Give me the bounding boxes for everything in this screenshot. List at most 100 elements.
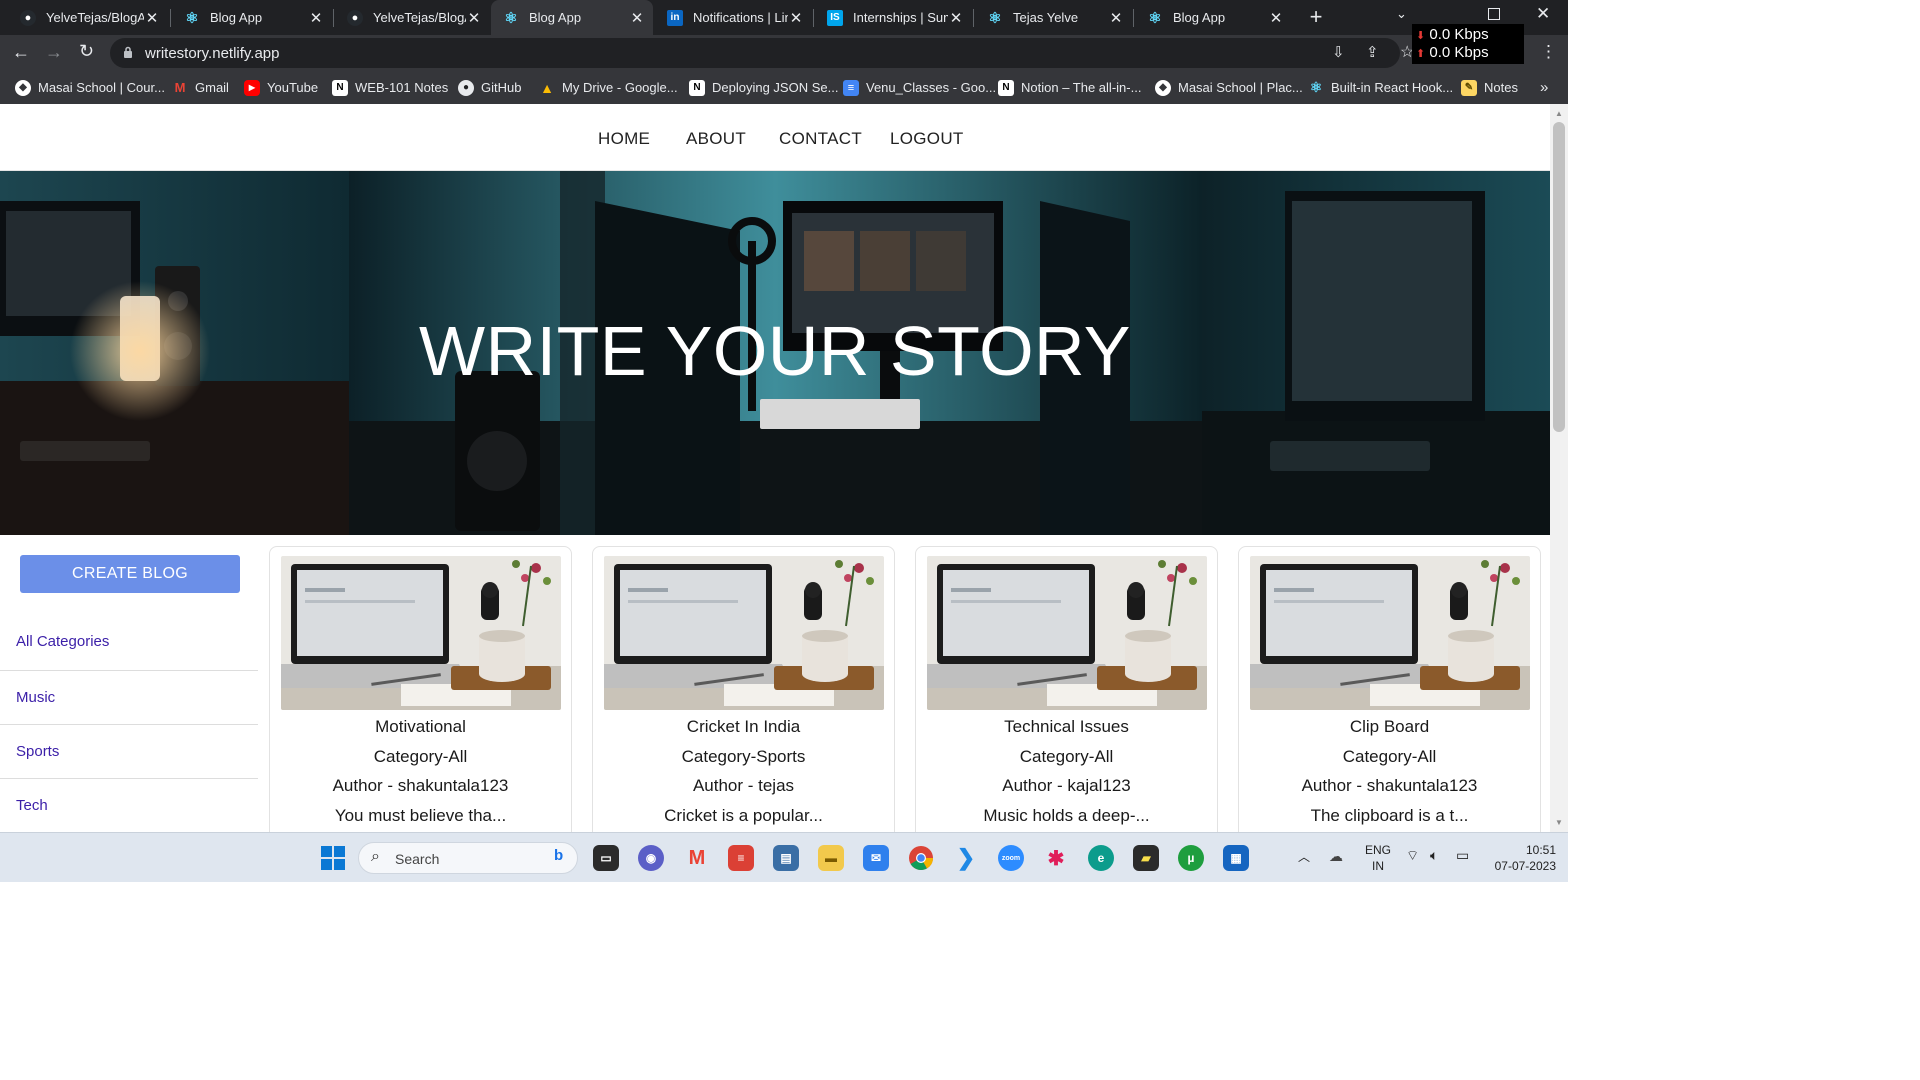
install-app-icon[interactable]: ⇩ bbox=[1332, 43, 1345, 61]
download-arrow-icon: ⬇ bbox=[1416, 30, 1426, 42]
category-all-link[interactable]: All Categories bbox=[16, 633, 109, 650]
blog-post-card[interactable]: Cricket In India Category-Sports Author … bbox=[592, 546, 895, 846]
browser-tab[interactable]: ⚛ Blog App ✕ bbox=[1135, 0, 1292, 35]
blog-post-card[interactable]: Clip Board Category-All Author - shakunt… bbox=[1238, 546, 1541, 846]
task-view-icon[interactable]: ▭ bbox=[593, 845, 619, 871]
github-icon: ● bbox=[347, 9, 363, 26]
share-icon[interactable]: ⇪ bbox=[1366, 43, 1379, 61]
windows-start-icon[interactable] bbox=[320, 845, 346, 871]
scrollbar-thumb[interactable] bbox=[1553, 122, 1565, 432]
browser-tab[interactable]: ● YelveTejas/BlogAp ✕ bbox=[335, 0, 490, 35]
store-icon[interactable]: ▦ bbox=[1223, 845, 1249, 871]
category-tech-link[interactable]: Tech bbox=[16, 797, 48, 814]
browser-tab-active[interactable]: ⚛ Blog App ✕ bbox=[491, 0, 653, 35]
zoom-icon[interactable]: zoom bbox=[998, 845, 1024, 871]
battery-icon[interactable]: ▭ bbox=[1456, 847, 1469, 864]
browser-tab[interactable]: in Notifications | Lin ✕ bbox=[655, 0, 812, 35]
close-window-icon[interactable]: ✕ bbox=[1536, 4, 1550, 24]
close-tab-icon[interactable]: ✕ bbox=[1108, 9, 1124, 27]
teams-chat-icon[interactable]: ◉ bbox=[638, 845, 664, 871]
nav-logout-link[interactable]: LOGOUT bbox=[890, 129, 964, 149]
bookmark-item[interactable]: ◆ Masai School | Plac... bbox=[1155, 71, 1303, 104]
edge-icon[interactable]: e bbox=[1088, 845, 1114, 871]
browser-menu-icon[interactable]: ⋮ bbox=[1540, 42, 1557, 62]
category-divider bbox=[0, 724, 258, 725]
close-tab-icon[interactable]: ✕ bbox=[466, 9, 482, 27]
close-tab-icon[interactable]: ✕ bbox=[788, 9, 804, 27]
sticky-notes-icon[interactable]: ▰ bbox=[1133, 845, 1159, 871]
close-tab-icon[interactable]: ✕ bbox=[144, 9, 160, 27]
post-excerpt: You must believe tha... bbox=[334, 806, 507, 825]
blog-post-card[interactable]: Motivational Category-All Author - shaku… bbox=[269, 546, 572, 846]
category-divider bbox=[0, 778, 258, 779]
browser-tab[interactable]: ⚛ Blog App ✕ bbox=[172, 0, 332, 35]
close-tab-icon[interactable]: ✕ bbox=[629, 9, 645, 27]
lock-icon bbox=[124, 46, 132, 58]
bookmark-item[interactable]: N Deploying JSON Se... bbox=[689, 71, 838, 104]
onedrive-sync-icon[interactable]: ☁ bbox=[1329, 848, 1343, 865]
post-thumbnail bbox=[281, 556, 561, 710]
forward-arrow-icon[interactable]: → bbox=[45, 42, 63, 63]
new-tab-icon[interactable]: + bbox=[1304, 4, 1328, 30]
scroll-up-icon[interactable]: ▲ bbox=[1555, 109, 1563, 118]
browser-tab[interactable]: IS Internships | Sum ✕ bbox=[815, 0, 972, 35]
volume-icon[interactable]: 🔈︎ bbox=[1430, 847, 1438, 864]
bookmark-item[interactable]: ✎ Notes bbox=[1461, 71, 1518, 104]
notepad-icon[interactable]: ▤ bbox=[773, 845, 799, 871]
google-drive-icon: ▲ bbox=[540, 79, 554, 96]
nav-home-link[interactable]: HOME bbox=[598, 129, 650, 149]
close-tab-icon[interactable]: ✕ bbox=[308, 9, 324, 27]
bookmark-item[interactable]: M Gmail bbox=[172, 71, 229, 104]
post-author: Author - shakuntala123 bbox=[332, 776, 509, 795]
laptop-desk-image bbox=[281, 556, 561, 710]
chrome-icon[interactable] bbox=[908, 845, 934, 871]
page-scrollbar[interactable]: ▲ ▼ bbox=[1550, 104, 1568, 832]
category-sports-link[interactable]: Sports bbox=[16, 743, 59, 760]
bookmark-item[interactable]: ▲ My Drive - Google... bbox=[539, 71, 678, 104]
tab-search-chevron-icon[interactable]: ⌄ bbox=[1396, 6, 1407, 22]
restore-window-icon[interactable] bbox=[1488, 8, 1500, 20]
file-explorer-icon[interactable]: ▬ bbox=[818, 845, 844, 871]
more-bookmarks-icon[interactable]: » bbox=[1540, 71, 1548, 104]
site-navbar: HOME ABOUT CONTACT LOGOUT bbox=[0, 104, 1550, 171]
wifi-icon[interactable]: ⌔ bbox=[1406, 847, 1419, 865]
back-arrow-icon[interactable]: ← bbox=[12, 42, 30, 63]
bookmark-item[interactable]: ▶ YouTube bbox=[244, 71, 318, 104]
url-text: writestory.netlify.app bbox=[145, 45, 280, 62]
bookmark-item[interactable]: ⚛ Built-in React Hook... bbox=[1308, 71, 1453, 104]
mail-icon[interactable]: ✉ bbox=[863, 845, 889, 871]
system-tray-chevron-icon[interactable]: ︿ bbox=[1298, 848, 1310, 865]
notes-icon: ✎ bbox=[1461, 79, 1477, 96]
browser-tab-bar: ● YelveTejas/BlogAp ✕ ⚛ Blog App ✕ ● Yel… bbox=[0, 0, 1568, 64]
close-tab-icon[interactable]: ✕ bbox=[1268, 9, 1284, 27]
language-indicator[interactable]: ENG IN bbox=[1362, 842, 1394, 874]
post-author: Author - kajal123 bbox=[1002, 776, 1131, 795]
blog-post-card[interactable]: Technical Issues Category-All Author - k… bbox=[915, 546, 1218, 846]
address-bar[interactable]: writestory.netlify.app ⇩ ⇪ ☆ bbox=[110, 38, 1414, 68]
create-blog-button[interactable]: CREATE BLOG bbox=[20, 555, 240, 593]
nav-contact-link[interactable]: CONTACT bbox=[779, 129, 862, 149]
utorrent-icon[interactable]: µ bbox=[1178, 845, 1204, 871]
browser-tab[interactable]: ⚛ Tejas Yelve ✕ bbox=[975, 0, 1132, 35]
clock[interactable]: 10:51 07-07-2023 bbox=[1484, 842, 1556, 874]
nav-about-link[interactable]: ABOUT bbox=[686, 129, 746, 149]
bookmark-item[interactable]: N WEB-101 Notes bbox=[332, 71, 448, 104]
upload-arrow-icon: ⬆ bbox=[1416, 48, 1426, 60]
vscode-icon[interactable]: ❯ bbox=[953, 845, 979, 871]
browser-tab[interactable]: ● YelveTejas/BlogAp ✕ bbox=[8, 0, 168, 35]
tab-separator bbox=[170, 9, 171, 27]
react-icon: ⚛ bbox=[1148, 9, 1162, 27]
bookmark-item[interactable]: ≡ Venu_Classes - Goo... bbox=[843, 71, 996, 104]
bing-icon: b bbox=[554, 847, 564, 864]
todoist-icon[interactable]: ≡ bbox=[728, 845, 754, 871]
bookmark-item[interactable]: N Notion – The all-in-... bbox=[998, 71, 1141, 104]
bookmark-item[interactable]: ◆ Masai School | Cour... bbox=[15, 71, 165, 104]
taskbar-search-box[interactable]: ⌕ Search b bbox=[358, 842, 578, 874]
slack-icon[interactable]: ✱ bbox=[1043, 845, 1069, 871]
bookmark-item[interactable]: ● GitHub bbox=[458, 71, 521, 104]
category-music-link[interactable]: Music bbox=[16, 689, 55, 706]
close-tab-icon[interactable]: ✕ bbox=[948, 9, 964, 27]
reload-icon[interactable]: ↻ bbox=[79, 41, 94, 62]
scroll-down-icon[interactable]: ▼ bbox=[1555, 818, 1563, 827]
gmail-icon[interactable]: M bbox=[684, 845, 710, 871]
